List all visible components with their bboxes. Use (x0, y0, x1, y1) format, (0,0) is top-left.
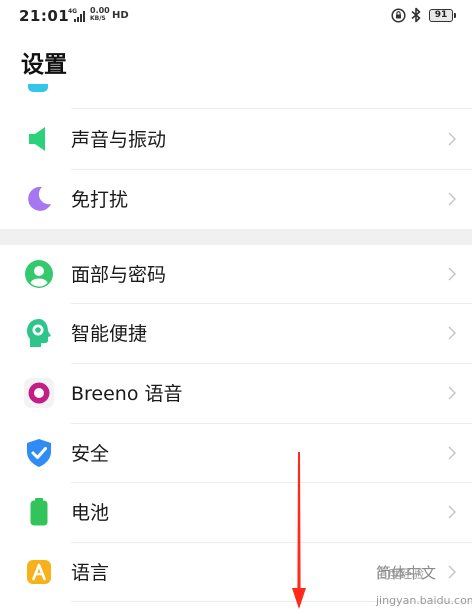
rotation-lock-icon (391, 8, 406, 23)
partial-item-icon (28, 84, 48, 92)
status-time: 21:01 (19, 7, 70, 25)
partial-list-item[interactable] (0, 78, 472, 108)
language-a-icon (27, 560, 51, 584)
speed-value: 0.00 (90, 6, 110, 15)
watermark: 百度经验 (376, 567, 425, 581)
chevron-right-icon (448, 267, 456, 281)
settings-item-smart-convenience[interactable]: 智能便捷 (0, 303, 472, 363)
settings-item-label: 语言 (71, 562, 110, 584)
battery-icon (30, 498, 48, 526)
section-divider (0, 229, 472, 245)
settings-item-label: 免打扰 (71, 189, 129, 211)
speaker-icon (29, 127, 45, 151)
chevron-right-icon (448, 386, 456, 400)
shield-check-icon (27, 439, 51, 467)
chevron-right-icon (448, 326, 456, 340)
annotation-arrow-down-icon (292, 452, 306, 609)
settings-item-label: Breeno 语音 (71, 383, 183, 405)
chevron-right-icon (448, 446, 456, 460)
chevron-right-icon (448, 505, 456, 519)
settings-item-label: 声音与振动 (71, 129, 167, 151)
network-signal-icon: 4G (68, 8, 88, 23)
settings-item-do-not-disturb[interactable]: 免打扰 (0, 169, 472, 229)
face-id-icon (25, 260, 53, 288)
network-speed: 0.00 KB/S (90, 7, 110, 23)
smart-head-icon (27, 319, 51, 347)
breeno-ring-icon (24, 378, 54, 408)
chevron-right-icon (448, 192, 456, 206)
status-bar: 21:01 4G 0.00 KB/S HD 91 (0, 0, 472, 34)
bluetooth-icon (411, 7, 421, 23)
page-title: 设置 (21, 52, 67, 78)
settings-item-label: 智能便捷 (71, 323, 148, 345)
hd-badge: HD (112, 10, 129, 21)
moon-icon (28, 186, 51, 211)
settings-item-label: 电池 (71, 502, 110, 524)
settings-item-security[interactable]: 安全 (0, 423, 472, 483)
settings-item-label: 安全 (71, 443, 110, 465)
settings-item-face-password[interactable]: 面部与密码 (0, 244, 472, 304)
settings-item-battery[interactable]: 电池 (0, 482, 472, 542)
chevron-right-icon (448, 132, 456, 146)
settings-item-label: 面部与密码 (71, 264, 167, 286)
watermark-url: jingyan.baidu.com (376, 594, 472, 607)
chevron-right-icon (448, 565, 456, 579)
speed-unit: KB/S (90, 15, 106, 22)
settings-item-breeno-voice[interactable]: Breeno 语音 (0, 363, 472, 423)
battery-indicator: 91 (429, 9, 456, 22)
settings-item-sound-vibration[interactable]: 声音与振动 (0, 109, 472, 169)
